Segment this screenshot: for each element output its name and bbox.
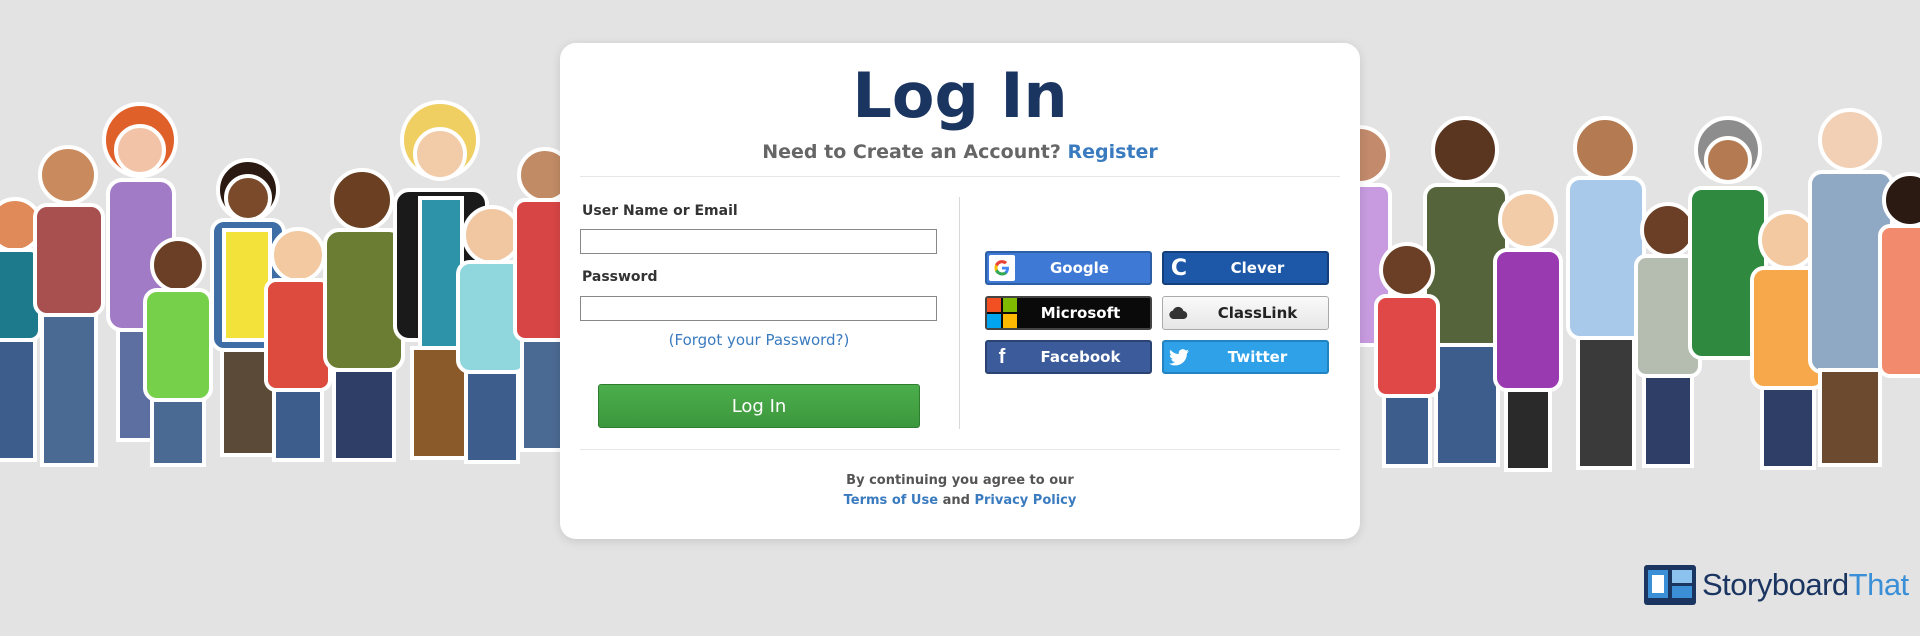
register-link[interactable]: Register [1068,141,1158,163]
divider-top [580,176,1340,177]
microsoft-login-button[interactable]: Microsoft [985,296,1152,330]
agreement-text: By continuing you agree to our [846,473,1074,488]
google-label: Google [1050,259,1109,277]
register-prompt-text: Need to Create an Account? [762,141,1061,163]
password-input[interactable] [580,296,937,321]
page-title: Log In [852,59,1068,132]
password-label: Password [582,269,658,285]
twitter-label: Twitter [1227,348,1288,366]
divider-bottom [580,449,1340,450]
characters-right-illustration [1350,108,1920,472]
facebook-login-button[interactable]: f Facebook [985,340,1152,374]
divider-vertical [959,197,960,429]
twitter-icon [1164,342,1194,372]
clever-label: Clever [1230,259,1285,277]
terms-of-use-link[interactable]: Terms of Use [844,493,938,508]
login-card: Log In Need to Create an Account? Regist… [560,43,1360,539]
username-label: User Name or Email [582,203,738,219]
storyboardthat-logo-icon [1644,565,1696,605]
google-icon [989,255,1015,281]
microsoft-icon [987,298,1017,328]
and-text: and [942,493,970,508]
classlink-login-button[interactable]: ClassLink [1162,296,1329,330]
logo-text-that: That [1848,567,1910,602]
clever-icon: C [1170,255,1188,281]
facebook-icon: f [998,345,1006,368]
classlink-cloud-icon [1163,297,1193,329]
forgot-password-link[interactable]: (Forgot your Password?) [580,331,938,349]
facebook-label: Facebook [1040,348,1121,366]
logo-text: StoryboardThat [1702,567,1909,603]
clever-login-button[interactable]: C Clever [1162,251,1329,285]
register-prompt: Need to Create an Account? Register [560,141,1360,163]
username-input[interactable] [580,229,937,254]
logo-text-storyboard: Storyboard [1702,567,1849,602]
storyboardthat-logo[interactable]: StoryboardThat [1644,565,1909,605]
login-button[interactable]: Log In [598,384,920,428]
twitter-login-button[interactable]: Twitter [1162,340,1329,374]
microsoft-label: Microsoft [1040,304,1121,322]
classlink-label: ClassLink [1217,304,1298,322]
legal-links: Terms of Use and Privacy Policy [560,493,1360,508]
privacy-policy-link[interactable]: Privacy Policy [974,493,1076,508]
google-login-button[interactable]: Google [985,251,1152,285]
characters-left-illustration [0,100,560,467]
